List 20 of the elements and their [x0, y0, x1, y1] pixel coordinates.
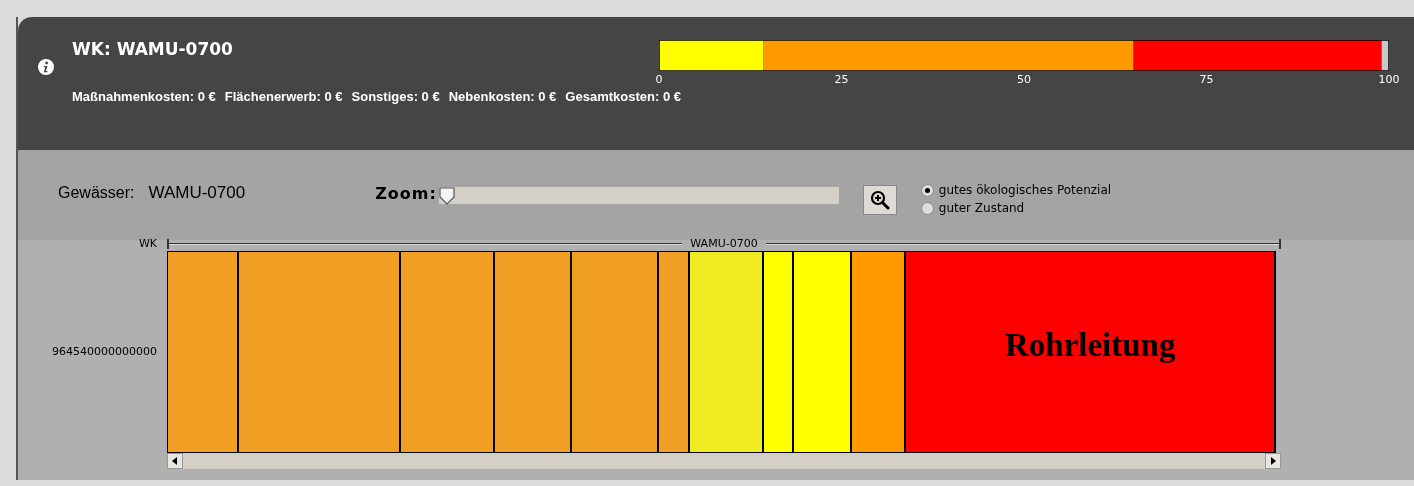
radio-option[interactable]: gutes ökologisches Potenzial — [920, 183, 1112, 197]
water-label: Gewässer: — [58, 184, 135, 202]
section-block[interactable]: Rohrleitung — [906, 252, 1274, 452]
water-value: WAMU-0700 — [148, 183, 246, 203]
radio-option[interactable]: guter Zustand — [920, 201, 1112, 215]
row-label: WK — [137, 237, 158, 250]
cost-item: Sonstiges: 0 € — [351, 89, 440, 104]
water-body-title: WK: WAMU-0700 — [72, 39, 234, 59]
axis-tick-label: 100 — [1378, 73, 1400, 86]
axis-tick-label: 25 — [834, 73, 849, 86]
axis-tick-label: 50 — [1017, 73, 1031, 86]
range-label: WAMU-0700 — [690, 237, 758, 250]
axis-tick-label: 0 — [655, 73, 663, 86]
cost-item: Gesamtkosten: 0 € — [565, 89, 681, 104]
cost-item: Nebenkosten: 0 € — [448, 89, 557, 104]
cost-item: Flächenerwerb: 0 € — [224, 89, 343, 104]
row-label: 964540000000000 — [51, 345, 158, 358]
zoom-label: Zoom: — [375, 184, 437, 203]
cost-item: Maßnahmenkosten: 0 € — [72, 89, 216, 104]
axis-tick-label: 75 — [1199, 73, 1214, 86]
